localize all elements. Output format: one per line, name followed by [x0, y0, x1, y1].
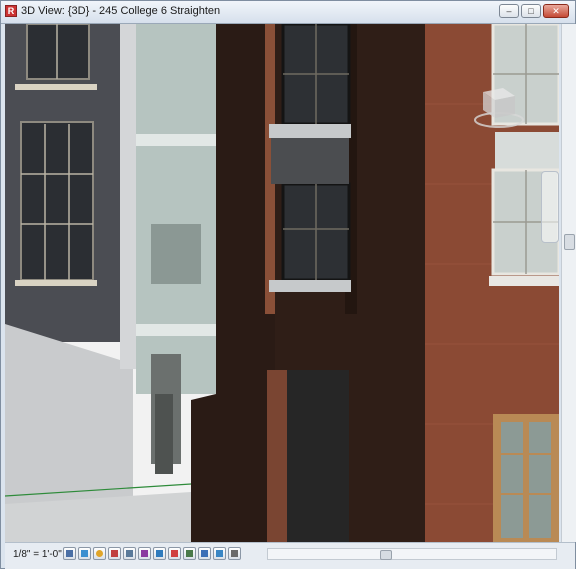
visual-style-icon[interactable]	[78, 547, 91, 560]
lock-view-icon[interactable]	[183, 547, 196, 560]
temporary-hide-icon[interactable]	[153, 547, 166, 560]
sun-path-icon[interactable]	[93, 547, 106, 560]
crop-view-icon[interactable]	[123, 547, 136, 560]
window-title: 3D View: {3D} - 245 College 6 Straighten	[21, 5, 221, 17]
title-bar[interactable]: R 3D View: {3D} - 245 College 6 Straight…	[1, 1, 575, 24]
vertical-scrollbar[interactable]	[561, 24, 576, 542]
vertical-scroll-thumb[interactable]	[564, 234, 575, 250]
close-button[interactable]: ✕	[543, 4, 569, 18]
viewcube-widget[interactable]	[473, 84, 525, 130]
view-control-bar: 1/8" = 1'-0"	[5, 542, 575, 569]
horizontal-scrollbar[interactable]	[267, 548, 557, 560]
minimize-button[interactable]: –	[499, 4, 519, 18]
maximize-button[interactable]: □	[521, 4, 541, 18]
shadows-icon[interactable]	[108, 547, 121, 560]
navigation-bar[interactable]	[541, 171, 559, 243]
revit-app-icon[interactable]: R	[5, 5, 17, 17]
show-crop-icon[interactable]	[138, 547, 151, 560]
revit-3d-view-window: R 3D View: {3D} - 245 College 6 Straight…	[0, 0, 576, 569]
constraints-icon[interactable]	[228, 547, 241, 560]
reveal-hidden-icon[interactable]	[168, 547, 181, 560]
horizontal-scroll-thumb[interactable]	[380, 550, 392, 560]
view-control-icons	[63, 547, 243, 560]
analysis-icon[interactable]	[198, 547, 211, 560]
3d-model-viewport[interactable]	[5, 24, 559, 542]
detail-level-icon[interactable]	[63, 547, 76, 560]
view-scale-label[interactable]: 1/8" = 1'-0"	[13, 549, 62, 560]
highlight-displacement-icon[interactable]	[213, 547, 226, 560]
window-controls: – □ ✕	[497, 4, 569, 20]
